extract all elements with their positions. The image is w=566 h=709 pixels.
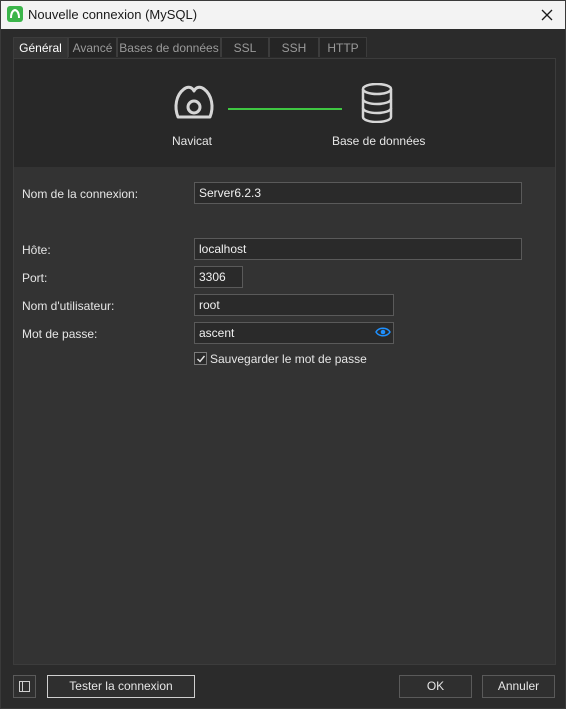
sidebar-toggle-button[interactable] — [13, 675, 36, 698]
connection-diagram: Navicat Base de données — [14, 59, 555, 167]
username-label: Nom d'utilisateur: — [22, 299, 115, 313]
cancel-button[interactable]: Annuler — [482, 675, 555, 698]
checkmark-icon — [197, 355, 206, 363]
panel-toggle-icon — [19, 681, 30, 692]
port-label: Port: — [22, 271, 48, 285]
tab-databases[interactable]: Bases de données — [117, 37, 221, 57]
title-bar: Nouvelle connexion (MySQL) — [1, 1, 565, 29]
username-input[interactable] — [194, 294, 394, 316]
save-password-label[interactable]: Sauvegarder le mot de passe — [210, 352, 367, 366]
save-password-checkbox[interactable] — [194, 352, 207, 365]
window-title: Nouvelle connexion (MySQL) — [28, 7, 198, 22]
close-button[interactable] — [535, 3, 559, 27]
host-label: Hôte: — [22, 243, 51, 257]
tab-http[interactable]: HTTP — [319, 37, 367, 57]
tab-advanced[interactable]: Avancé — [68, 37, 117, 57]
show-password-eye-icon[interactable] — [375, 326, 391, 338]
tab-general[interactable]: Général — [13, 37, 68, 58]
password-label: Mot de passe: — [22, 327, 98, 341]
connection-line — [228, 108, 342, 110]
port-input[interactable] — [194, 266, 243, 288]
close-icon — [541, 9, 553, 21]
tab-ssl[interactable]: SSL — [221, 37, 269, 57]
database-icon — [361, 83, 393, 123]
connection-name-input[interactable] — [194, 182, 522, 204]
connection-name-label: Nom de la connexion: — [22, 187, 139, 201]
database-caption: Base de données — [332, 134, 426, 148]
host-input[interactable] — [194, 238, 522, 260]
general-panel: Navicat Base de données Nom de la connex… — [13, 58, 556, 665]
navicat-logo-icon — [174, 85, 214, 119]
ok-button[interactable]: OK — [399, 675, 472, 698]
navicat-caption: Navicat — [172, 134, 213, 148]
test-connection-button[interactable]: Tester la connexion — [47, 675, 195, 698]
password-input[interactable] — [194, 322, 394, 344]
navicat-app-icon — [7, 6, 23, 22]
connection-dialog: Nouvelle connexion (MySQL) Général Avanc… — [0, 0, 566, 709]
tab-ssh[interactable]: SSH — [269, 37, 319, 57]
